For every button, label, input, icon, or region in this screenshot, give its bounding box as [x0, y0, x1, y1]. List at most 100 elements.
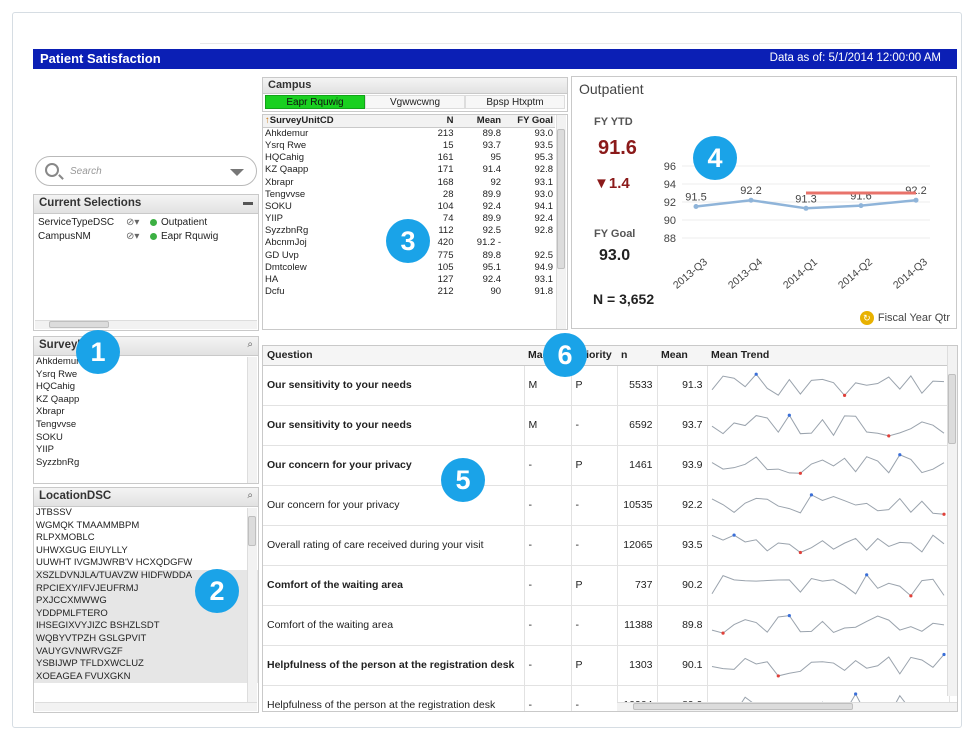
list-item[interactable]: UUWHT IVGMJWRB'V HCXQDGFW: [34, 557, 258, 570]
sparkline-path: [711, 614, 944, 634]
current-selections-title: Current Selections: [39, 197, 142, 209]
list-item[interactable]: Tengvvse: [34, 419, 258, 432]
question-cell: Helpfulness of the person at the registr…: [263, 685, 525, 711]
high-point: [809, 492, 813, 496]
col-n[interactable]: n: [617, 346, 657, 366]
sparkline: [711, 613, 944, 635]
col-question[interactable]: Question: [263, 346, 524, 366]
high-point: [853, 691, 857, 696]
col-mean-trend[interactable]: Mean Trend: [707, 346, 949, 366]
vertical-scrollbar[interactable]: [247, 508, 257, 703]
clear-selection-icon[interactable]: ⊘▾: [126, 231, 139, 242]
table-row[interactable]: Tengvvse 28 89.9 93.0: [263, 188, 555, 200]
fy-goal-label: FY Goal: [594, 228, 636, 240]
data-as-of: Data as of: 5/1/2014 12:00:00 AM: [769, 52, 941, 64]
sparkline: [711, 492, 946, 516]
table-row[interactable]: Ahkdemur 213 89.8 93.0: [263, 127, 555, 139]
table-cell: 91.2 -: [476, 237, 502, 249]
sparkline-path: [711, 534, 944, 553]
table-cell: 15: [442, 139, 454, 151]
col-fygoal[interactable]: FY Goal: [503, 115, 555, 128]
question-cell: Helpfulness of the person at the registr…: [263, 645, 525, 686]
list-item[interactable]: WGMQK TMAAMMBPM: [34, 520, 258, 533]
table-cell: Xbrapr: [265, 176, 294, 188]
page-title: Patient Satisfaction: [40, 51, 161, 66]
list-item[interactable]: JTBSSV: [34, 507, 258, 520]
col-n[interactable]: N: [425, 115, 456, 128]
list-item[interactable]: WQBYVTPZH GSLGPVIT: [34, 632, 258, 646]
table-row[interactable]: Dcfu 212 90 91.8: [263, 286, 555, 298]
table-cell: 105: [437, 261, 454, 273]
mean-cell: 91.3: [657, 365, 708, 406]
col-surveyunit[interactable]: ↑SurveyUnitCD: [263, 115, 426, 128]
clear-selection-icon[interactable]: ⊘▾: [126, 217, 139, 228]
outpatient-panel: Outpatient FY YTD 91.6 ▼1.4 FY Goal 93.0…: [571, 76, 957, 329]
search-icon[interactable]: ⌕: [247, 339, 253, 350]
vertical-scrollbar[interactable]: [947, 346, 957, 696]
search-icon: [45, 163, 59, 177]
search-icon[interactable]: ⌕: [247, 490, 253, 501]
change-indicator: ▼1.4: [594, 175, 630, 192]
campus-button-vgww[interactable]: Vgwwcwng: [365, 95, 465, 109]
minimize-icon[interactable]: ▬: [243, 197, 253, 208]
table-cell: Dcfu: [265, 286, 285, 298]
selection-row: ServiceTypeDSC ⊘▾ Outpatient: [38, 217, 207, 228]
col-mean[interactable]: Mean: [455, 115, 504, 128]
search-input[interactable]: Search: [70, 166, 102, 177]
table-row[interactable]: Our concern for your privacy - -10535 92.2: [263, 485, 950, 526]
vertical-scrollbar[interactable]: [556, 115, 566, 329]
table-row[interactable]: Overall rating of care received during y…: [263, 525, 950, 566]
scroll-thumb[interactable]: [49, 321, 109, 328]
x-tick-label: 2014-Q2: [836, 256, 875, 292]
list-item[interactable]: IHSEGIXVYJIZC BSHZLSDT: [34, 620, 258, 633]
list-item[interactable]: Ysrq Rwe: [34, 369, 258, 382]
table-row[interactable]: Comfort of the waiting area - P 737 90.2: [263, 565, 950, 606]
high-point: [864, 572, 868, 576]
list-item[interactable]: UHWXGUG EIUYLLY: [34, 545, 258, 558]
table-row[interactable]: HA 127 92.4 93.1: [263, 273, 555, 285]
list-item[interactable]: XOEAGEA FVUXGKN: [34, 670, 258, 684]
scroll-thumb[interactable]: [633, 703, 853, 710]
list-item[interactable]: RLPXMOBLC: [34, 532, 258, 545]
outpatient-title: Outpatient: [579, 81, 644, 97]
horizontal-scrollbar[interactable]: [617, 702, 957, 711]
high-point: [754, 372, 758, 376]
survey-unit-list: Ahkdemur Ysrq Rwe HQCahig KZ Qaapp Xbrapr Ten…: [34, 356, 258, 469]
list-item[interactable]: Xbrapr: [34, 406, 258, 419]
campus-button-eapr[interactable]: Eapr Rquwig: [265, 95, 365, 109]
col-mean[interactable]: Mean: [657, 346, 707, 366]
table-row[interactable]: Our sensitivity to your needs M P 5533 91.3: [263, 365, 950, 406]
table-cell: 213: [437, 128, 454, 140]
list-item[interactable]: SOKU: [34, 432, 258, 445]
list-item[interactable]: SyzzbnRg: [34, 457, 258, 470]
table-row[interactable]: Xbrapr 168 92 93.1: [263, 176, 555, 188]
table-row[interactable]: Dmtcolew 105 95.1 94.9: [263, 261, 555, 273]
sparkline-path: [711, 372, 944, 396]
table-row[interactable]: Ysrq Rwe 15 93.7 93.5: [263, 139, 555, 151]
horizontal-scrollbar[interactable]: [35, 702, 257, 711]
list-item[interactable]: YSBIJWP TFLDXWCLUZ: [34, 658, 258, 671]
list-item[interactable]: HQCahig: [34, 381, 258, 394]
vertical-scrollbar[interactable]: [247, 357, 257, 483]
table-row[interactable]: Comfort of the waiting area - -11388 89.8: [263, 605, 950, 646]
cycle-group-icon[interactable]: ↻: [859, 311, 874, 325]
list-item[interactable]: KZ Qaapp: [34, 394, 258, 407]
table-row[interactable]: Our sensitivity to your needs M -6592 93.7: [263, 405, 950, 446]
scroll-thumb[interactable]: [557, 129, 565, 269]
table-row[interactable]: SOKU 104 92.4 94.1: [263, 200, 555, 212]
campus-button-bpsp[interactable]: Bpsp Htxptm: [465, 95, 565, 109]
scroll-thumb[interactable]: [248, 516, 256, 546]
list-item[interactable]: Ahkdemur: [34, 356, 258, 369]
table-row[interactable]: HQCahig 161 95 95.3: [263, 152, 555, 164]
table-cell: HQCahig: [265, 152, 305, 164]
scroll-thumb[interactable]: [948, 374, 956, 444]
table-cell: KZ Qaapp: [265, 164, 309, 176]
table-row[interactable]: Our concern for your privacy - P 1461 93.9: [263, 445, 950, 486]
list-item[interactable]: VAUYGVNWRVGZF: [34, 645, 258, 659]
horizontal-scrollbar[interactable]: [35, 320, 257, 329]
chevron-down-icon[interactable]: [230, 169, 244, 176]
table-row[interactable]: Helpfulness of the person at the registr…: [263, 645, 950, 686]
table-row[interactable]: KZ Qaapp 171 91.4 92.8: [263, 164, 555, 176]
list-item[interactable]: YIIP: [34, 444, 258, 457]
search-box[interactable]: Search: [35, 156, 257, 186]
